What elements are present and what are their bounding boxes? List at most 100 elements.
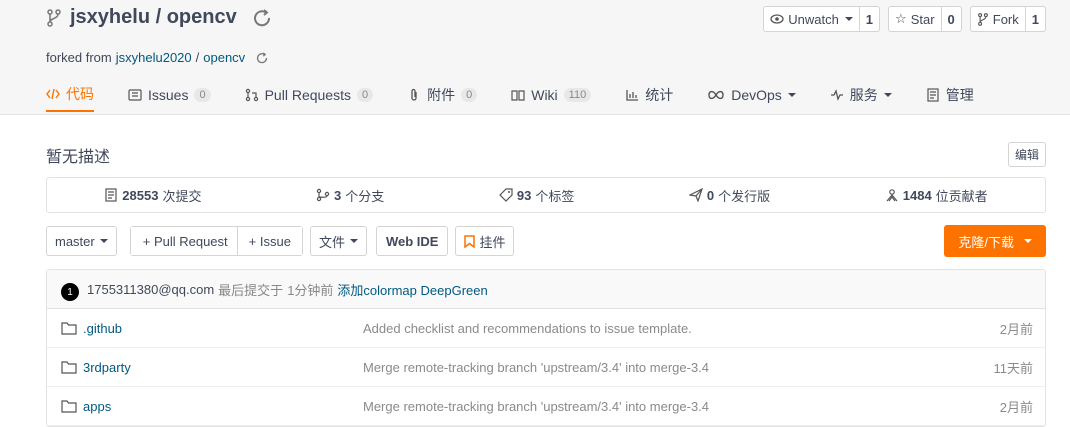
fork-count[interactable]: 1 [1026, 7, 1045, 31]
file-time: 2月前 [999, 399, 1033, 415]
fork-icon [977, 12, 988, 26]
create-group: + Pull Request + Issue [129, 226, 303, 256]
tags-label: 个标签 [535, 188, 575, 204]
file-name-link[interactable]: .github [61, 321, 122, 336]
pin-widget-label: 挂件 [479, 234, 506, 250]
file-menu-label: 文件 [318, 234, 345, 250]
tab-stats[interactable]: 统计 [625, 80, 673, 110]
commit-prefix: 最后提交于 [218, 282, 284, 298]
watch-button[interactable]: Unwatch 1 [763, 6, 881, 32]
folder-icon [61, 400, 77, 413]
fork-button[interactable]: Fork 1 [969, 6, 1046, 32]
fork-icon [47, 8, 61, 27]
web-ide-button[interactable]: Web IDE [375, 226, 449, 256]
forked-repo-link[interactable]: opencv [203, 50, 245, 65]
repo-actions: Unwatch 1 ☆ Star 0 Fork 1 [763, 6, 1046, 32]
tab-count-badge: 0 [356, 88, 374, 102]
tab-devops[interactable]: DevOps [707, 80, 796, 110]
pin-widget-button[interactable]: 挂件 [455, 226, 515, 256]
tab-services[interactable]: 服务 [830, 80, 892, 110]
folder-icon [61, 361, 77, 374]
watch-label: Unwatch [788, 11, 839, 27]
file-name: .github [83, 320, 123, 336]
paperclip-icon [411, 88, 417, 101]
repo-toolbar: master + Pull Request + Issue 文件 Web IDE… [46, 225, 1046, 257]
repo-name-link[interactable]: jsxyhelu / opencv [70, 6, 237, 29]
tab-pull-requests[interactable]: Pull Requests 0 [245, 80, 374, 110]
edit-description-button[interactable]: 编辑 [1007, 142, 1046, 167]
tab-issues[interactable]: Issues 0 [128, 80, 211, 110]
tab-label: 代码 [66, 86, 94, 102]
tab-label: 附件 [427, 87, 456, 103]
tab-attachments[interactable]: 附件 0 [407, 80, 478, 110]
branches-stat[interactable]: 3 个分支 [316, 186, 384, 205]
clone-download-button[interactable]: 克隆/下载 [944, 225, 1046, 257]
file-name-link[interactable]: apps [61, 399, 111, 414]
tags-count: 93 [516, 187, 532, 203]
commit-icon [105, 188, 117, 202]
releases-label: 个发行版 [718, 188, 771, 204]
star-label: Star [910, 11, 935, 27]
file-commit-message[interactable]: Merge remote-tracking branch 'upstream/3… [363, 399, 709, 414]
tab-label: 管理 [945, 87, 974, 103]
repo-description: 暂无描述 [46, 148, 111, 166]
file-commit-message[interactable]: Merge remote-tracking branch 'upstream/3… [363, 360, 709, 375]
star-button[interactable]: ☆ Star 0 [888, 6, 962, 32]
description-row: 暂无描述 编辑 [46, 142, 1046, 167]
file-row: apps Merge remote-tracking branch 'upstr… [47, 387, 1045, 426]
tab-manage[interactable]: 管理 [926, 80, 974, 110]
fork-label-wrap[interactable]: Fork [971, 7, 1026, 31]
tab-label: DevOps [731, 87, 782, 103]
sync-icon[interactable] [251, 7, 273, 29]
chevron-down-icon [99, 239, 108, 243]
commits-label: 次提交 [162, 188, 202, 204]
tags-stat[interactable]: 93 个标签 [499, 186, 574, 205]
chevron-down-icon [1024, 239, 1032, 243]
star-icon: ☆ [895, 11, 907, 26]
commits-count: 28553 [122, 187, 159, 203]
clone-label: 克隆/下载 [958, 234, 1014, 250]
commit-time: 1分钟前 [287, 282, 334, 298]
tab-label: 服务 [849, 87, 878, 103]
tab-count-badge: 0 [461, 88, 478, 102]
commits-stat[interactable]: 28553 次提交 [104, 186, 201, 205]
forked-owner-link[interactable]: jsxyhelu2020 [116, 50, 192, 65]
chevron-down-icon [349, 239, 358, 243]
tab-label: Wiki [531, 87, 558, 103]
send-icon [688, 188, 703, 202]
file-name-link[interactable]: 3rdparty [61, 360, 131, 375]
forked-from: forked from jsxyhelu2020 / opencv [46, 50, 269, 65]
pull-request-icon [245, 88, 258, 102]
avatar[interactable]: 1 [61, 283, 79, 301]
file-time: 2月前 [999, 321, 1033, 337]
file-commit-message[interactable]: Added checklist and recommendations to i… [363, 321, 692, 336]
branch-select[interactable]: master [46, 226, 117, 256]
star-count[interactable]: 0 [942, 7, 961, 31]
sync-icon[interactable] [255, 51, 269, 65]
watch-count[interactable]: 1 [860, 7, 879, 31]
commit-message[interactable]: 添加colormap DeepGreen [337, 280, 487, 299]
infinity-icon [708, 90, 724, 100]
tab-count-badge: 110 [563, 88, 592, 102]
pulse-icon [830, 89, 843, 101]
commit-author[interactable]: 1755311380@qq.com [87, 282, 214, 297]
file-name: 3rdparty [83, 359, 131, 375]
repo-title-bar: jsxyhelu / opencv [46, 6, 273, 29]
new-issue-button[interactable]: + Issue [236, 227, 302, 255]
tab-wiki[interactable]: Wiki 110 [511, 80, 592, 110]
repo-stats-bar: 28553 次提交 3 个分支 93 个标签 0 个发行版 1484 位贡献者 [46, 177, 1046, 213]
releases-stat[interactable]: 0 个发行版 [688, 186, 771, 205]
tab-code[interactable]: 代码 [46, 80, 94, 112]
chevron-down-icon [883, 93, 892, 97]
file-time: 11天前 [993, 360, 1034, 376]
watch-label-wrap[interactable]: Unwatch [764, 7, 860, 31]
contributors-stat[interactable]: 1484 位贡献者 [885, 186, 988, 205]
file-row: .github Added checklist and recommendati… [47, 309, 1045, 348]
forked-prefix: forked from [46, 50, 112, 65]
branches-label: 个分支 [345, 188, 385, 204]
star-label-wrap[interactable]: ☆ Star [889, 7, 942, 31]
file-menu-button[interactable]: 文件 [309, 226, 367, 256]
book-icon [511, 90, 525, 101]
contributors-count: 1484 [902, 187, 932, 203]
new-pull-request-button[interactable]: + Pull Request [130, 227, 237, 255]
